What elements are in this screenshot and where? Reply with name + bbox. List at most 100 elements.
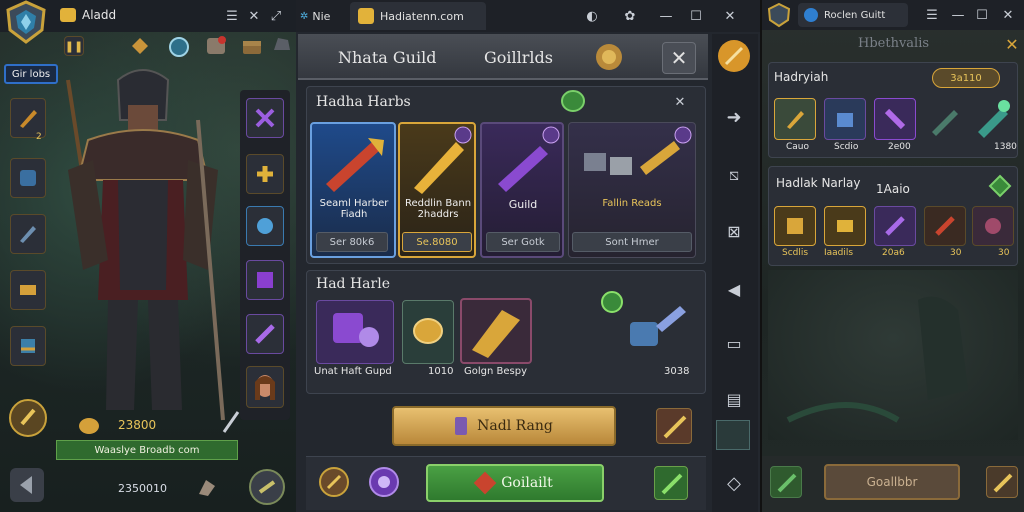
menu-icon[interactable]: ☰: [222, 6, 242, 26]
right-r2-item-2[interactable]: [824, 206, 866, 246]
right-close-button[interactable]: ✕: [998, 5, 1018, 25]
card-2-corner-icon: [454, 126, 472, 144]
extension-icon[interactable]: ✿: [620, 6, 640, 26]
stone-icon[interactable]: [270, 34, 292, 56]
right-tab[interactable]: Roclen Guitt: [798, 3, 908, 27]
window-tool-icon[interactable]: ▭: [720, 330, 748, 356]
minimize-button[interactable]: —: [656, 6, 676, 26]
stack-tool-icon[interactable]: ▤: [720, 386, 748, 412]
card-1-price[interactable]: Ser 80k6: [316, 232, 388, 252]
right-r2-item-1[interactable]: [774, 206, 816, 246]
bottom-value: 2350010: [118, 482, 167, 495]
right-r2-label-4: 30: [950, 248, 962, 258]
speaker-tool-icon[interactable]: ◀: [720, 276, 748, 302]
diamond-tool-icon[interactable]: ◇: [720, 470, 748, 496]
right-section-2-title: Hadlak Narlay: [776, 176, 861, 190]
card-2-price[interactable]: Se.8080: [402, 232, 472, 252]
tools-icon[interactable]: ✕: [244, 6, 264, 26]
skill-slot-3[interactable]: [246, 206, 284, 246]
row2-item-3[interactable]: [460, 298, 532, 364]
right-item-3[interactable]: [874, 98, 916, 140]
right-item-1[interactable]: [774, 98, 816, 140]
inventory-slot-3[interactable]: [10, 214, 46, 254]
header-close-button[interactable]: ✕: [662, 42, 696, 74]
ability-button[interactable]: [8, 398, 48, 438]
back-button[interactable]: [8, 466, 46, 504]
compass-button[interactable]: [318, 466, 350, 498]
right-r2-label-1: Scdlis: [782, 248, 809, 258]
card-4-price[interactable]: Sont Hmer: [572, 232, 692, 252]
right-r2-item-5[interactable]: [972, 206, 1014, 246]
skill-slot-2[interactable]: [246, 154, 284, 194]
grid-tool-icon[interactable]: ⊠: [720, 218, 748, 244]
orb-icon[interactable]: [168, 36, 190, 58]
right-item-2[interactable]: [824, 98, 866, 140]
tab-2[interactable]: Hadiatenn.com: [350, 2, 486, 30]
right-minimize-button[interactable]: —: [948, 5, 968, 25]
left-title: Aladd: [82, 8, 117, 22]
inventory-slot-5[interactable]: [10, 326, 46, 366]
pause-icon[interactable]: ❚❚: [64, 36, 84, 56]
arrow-tool-icon[interactable]: ➜: [720, 104, 748, 130]
right-header-close[interactable]: ✕: [1002, 34, 1022, 54]
skill-slot-4[interactable]: [246, 260, 284, 300]
close-button[interactable]: ✕: [720, 6, 740, 26]
gem-icon[interactable]: [130, 36, 150, 56]
right-label-2: Scdio: [834, 142, 859, 152]
skill-slot-1[interactable]: [246, 98, 284, 138]
inventory-slot-2[interactable]: [10, 158, 46, 198]
maximize-button[interactable]: ☐: [686, 6, 706, 26]
section-1-title: Hadha Harbs: [316, 94, 411, 110]
minimize-icon[interactable]: ⤢: [266, 6, 286, 26]
scroll-icon[interactable]: [204, 34, 228, 58]
right-quill-button[interactable]: [986, 466, 1018, 498]
sword-tool-button[interactable]: [716, 38, 752, 74]
skill-slot-5[interactable]: [246, 314, 284, 354]
tab-2-icon: [358, 8, 374, 24]
right-menu-icon[interactable]: ☰: [922, 5, 942, 25]
leaf-button[interactable]: [654, 466, 688, 500]
right-r2-label-5: 30: [998, 248, 1010, 258]
right-item-5[interactable]: [970, 98, 1012, 140]
right-leaf-button[interactable]: [770, 466, 802, 498]
bag-icon[interactable]: [196, 476, 218, 498]
right-r2-item-3[interactable]: [874, 206, 916, 246]
right-main-button[interactable]: Goallbbr: [824, 464, 960, 500]
row2-item-2[interactable]: [402, 300, 454, 364]
map-tool-icon[interactable]: ⧅: [720, 162, 748, 188]
right-tab-icon: [804, 8, 818, 22]
settings-button[interactable]: [248, 468, 286, 506]
row2-item-1[interactable]: [316, 300, 394, 364]
potion-icon: [455, 417, 468, 435]
section-1-badge[interactable]: [560, 90, 586, 112]
green-button-label: Goilailt: [501, 475, 553, 491]
right-r2-item-4[interactable]: [924, 206, 966, 246]
right-item-4[interactable]: [926, 100, 962, 140]
quill-button[interactable]: [656, 408, 692, 444]
chest-icon[interactable]: [240, 34, 264, 58]
main-action-button[interactable]: Nadl Rang: [392, 406, 616, 446]
card-4-name: Fallin Reads: [602, 198, 662, 209]
section-1-close[interactable]: ✕: [670, 92, 690, 112]
panel-tool-icon[interactable]: [716, 420, 750, 450]
right-badge[interactable]: 3a110: [932, 68, 1000, 88]
row2-item-4[interactable]: [622, 298, 692, 358]
card-1-name: Seaml Harber Fiadh: [319, 198, 389, 220]
game-logo[interactable]: [4, 0, 48, 44]
inventory-slot-4[interactable]: [10, 270, 46, 310]
right-maximize-button[interactable]: ☐: [972, 5, 992, 25]
right-r2-label-2: Iaadils: [824, 248, 854, 258]
green-button-icon: [473, 471, 497, 495]
player-bar: Waaslye Broadb com: [56, 440, 238, 460]
tab-1-title: Nie: [312, 9, 331, 23]
magic-orb-button[interactable]: [368, 466, 400, 498]
tab-1[interactable]: ✲ Nie: [300, 4, 346, 28]
tab-2-title: Hadiatenn.com: [380, 9, 464, 23]
card-2-name: Reddlin Bann 2haddrs: [404, 198, 472, 220]
card-3-price[interactable]: Ser Gotk: [486, 232, 560, 252]
portrait-slot[interactable]: [246, 366, 284, 408]
guild-header-left: Nhata Guild: [338, 48, 437, 67]
guild-emblem-icon: [594, 42, 624, 72]
shield-icon[interactable]: ◐: [582, 6, 602, 26]
green-action-button[interactable]: Goilailt: [426, 464, 604, 502]
